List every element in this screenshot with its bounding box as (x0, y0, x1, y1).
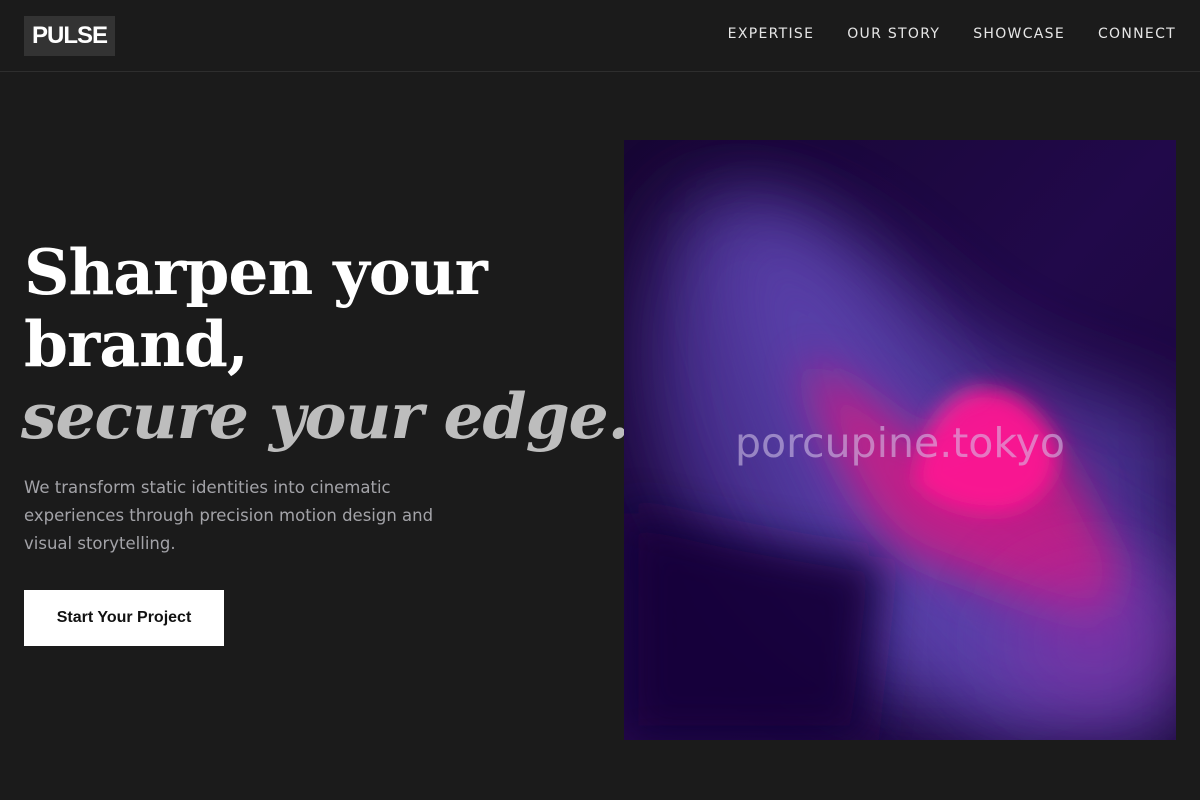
nav-item-showcase[interactable]: SHOWCASE (973, 24, 1065, 44)
site-header: PULSE EXPERTISE OUR STORY SHOWCASE CONNE… (0, 0, 1200, 72)
nav-item-expertise[interactable]: EXPERTISE (728, 24, 815, 44)
main-nav: EXPERTISE OUR STORY SHOWCASE CONNECT (728, 24, 1176, 44)
nav-item-connect[interactable]: CONNECT (1098, 24, 1176, 44)
logo[interactable]: PULSE (24, 16, 116, 56)
page: PULSE EXPERTISE OUR STORY SHOWCASE CONNE… (0, 0, 1200, 800)
hero-headline: Sharpen your brand, secure your edge. (21, 235, 630, 453)
headline-line-2: brand, (24, 307, 249, 381)
hero-image: porcupine.tokyo (624, 140, 1176, 740)
start-project-button[interactable]: Start Your Project (24, 590, 224, 646)
nav-item-our-story[interactable]: OUR STORY (847, 24, 940, 44)
hero-description: We transform static identities into cine… (24, 478, 434, 553)
headline-accent: secure your edge. (21, 379, 630, 453)
abstract-gradient-art (624, 140, 1176, 740)
headline-line-1: Sharpen your (24, 235, 488, 309)
